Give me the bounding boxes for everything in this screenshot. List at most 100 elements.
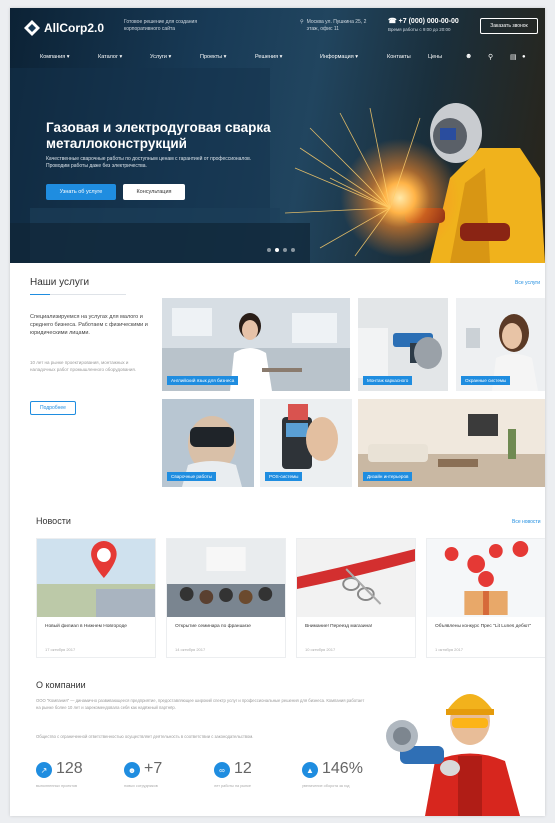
services-title: Наши услуги — [30, 277, 90, 288]
news-card[interactable]: Внимание! Переезд магазина! 10 октября 2… — [296, 538, 416, 658]
nav-item-projects[interactable]: Проекты ▾ — [200, 54, 226, 60]
slider-dot-active[interactable] — [275, 248, 279, 252]
nav-item-solutions[interactable]: Решения ▾ — [255, 54, 282, 60]
stat-value: 12 — [234, 760, 252, 777]
address-text: Москва ул. Пушкина 25, 2 этаж, офис 11 — [306, 19, 367, 32]
chart-icon: ↗ — [36, 762, 52, 778]
logo-text: AllCorp2.0 — [44, 21, 105, 35]
growth-icon: ▲ — [302, 762, 318, 778]
slider-dot[interactable] — [291, 248, 295, 252]
news-image — [297, 539, 415, 617]
stat-caption: новых сотрудников — [124, 784, 158, 788]
nav-item-info[interactable]: Информация ▾ — [320, 54, 358, 60]
consultation-button[interactable]: Консультация — [123, 184, 185, 200]
about-title: О компании — [36, 680, 86, 690]
stat-caption: увеличение оборота за год — [302, 784, 350, 788]
service-tile-english[interactable]: Английский язык для бизнеса — [162, 298, 350, 391]
slider-dot[interactable] — [267, 248, 271, 252]
news-card[interactable]: Новый филиал в Нижнем Новгороде 17 октяб… — [36, 538, 156, 658]
ribbon-scissors-image — [297, 539, 415, 617]
all-news-link[interactable]: Все новости — [512, 519, 541, 525]
user-icon[interactable]: ☻ — [465, 53, 472, 60]
news-card[interactable]: Открытие семинара по франшизе 14 октября… — [166, 538, 286, 658]
news-title-text: Открытие семинара по франшизе — [175, 624, 251, 629]
address: ⚲ Москва ул. Пушкина 25, 2 этаж, офис 11 — [300, 19, 377, 33]
news-image — [37, 539, 155, 617]
news-title: Новости — [36, 516, 71, 526]
services-divider — [30, 294, 126, 295]
phone-icon: ☎ — [388, 18, 399, 25]
service-tile-interior[interactable]: Дизайн интерьеров — [358, 399, 545, 487]
news-card[interactable]: Объявлены конкурс Прес "Lit Lunes дебют"… — [426, 538, 545, 658]
news-date: 10 октября 2017 — [305, 647, 336, 652]
nav-label: Цены — [428, 54, 443, 60]
callback-button[interactable]: Заказать звонок — [480, 18, 538, 34]
page: AllCorp2.0 Готовое решение для создания … — [10, 8, 545, 816]
logo[interactable]: AllCorp2.0 — [24, 20, 104, 36]
nav-item-services[interactable]: Услуги ▾ — [150, 54, 171, 60]
slider-dots — [267, 248, 295, 252]
logo-icon — [24, 20, 40, 36]
nav-label: Решения — [255, 54, 279, 60]
spark-lines — [284, 108, 421, 257]
stat-value: +7 — [144, 760, 163, 777]
all-services-link[interactable]: Все услуги — [515, 280, 540, 286]
slider-dot[interactable] — [283, 248, 287, 252]
seminar-image — [167, 539, 285, 617]
news-date: 14 октября 2017 — [175, 647, 206, 652]
news-image — [427, 539, 545, 617]
nav-item-contacts[interactable]: Контакты — [387, 54, 411, 60]
news-title-text: Внимание! Переезд магазина! — [305, 624, 373, 629]
news-date: 1 октября 2017 — [435, 647, 463, 652]
about-text: ООО "Компания" — динамично развивающееся… — [36, 698, 365, 710]
location-pin-icon: ⚲ — [300, 19, 304, 25]
worker-illustration — [386, 694, 520, 816]
nav-label: Проекты — [200, 54, 223, 60]
nav-label: Услуги — [150, 54, 167, 60]
learn-more-button[interactable]: Узнать об услуге — [46, 184, 116, 200]
about-text-secondary: Общество с ограниченной ответственностью… — [36, 734, 254, 739]
hero-banner: AllCorp2.0 Готовое решение для создания … — [10, 8, 545, 263]
services-description: Специализируемся на услугах для малого и… — [30, 314, 148, 336]
news-date: 17 октября 2017 — [45, 647, 76, 652]
news-image — [167, 539, 285, 617]
stat-value: 146% — [322, 760, 363, 777]
tile-label: POS-системы — [265, 472, 303, 481]
tile-label: Сварочные работы — [167, 472, 216, 481]
nav-item-catalog[interactable]: Каталог ▾ — [98, 54, 122, 60]
city-map-pin-image — [37, 539, 155, 617]
hero-title: Газовая и электродуговая сварка металлок… — [46, 120, 271, 151]
service-tile-security[interactable]: Охранные системы — [456, 298, 545, 391]
nav-item-company[interactable]: Компания ▾ — [40, 54, 69, 60]
phone[interactable]: ☎ +7 (000) 000-00-00 Время работы с 9:00… — [388, 18, 459, 34]
hero-subtitle: Качественные сварочные работы по доступн… — [46, 156, 252, 169]
services-more-button[interactable]: Подробнее — [30, 401, 76, 415]
infinity-icon: ∞ — [214, 762, 230, 778]
stat-caption: лет работы на рынке — [214, 784, 251, 788]
nav-label: Компания — [40, 54, 66, 60]
news-title-text: Новый филиал в Нижнем Новгороде — [45, 624, 127, 629]
balloons-gift-image — [427, 539, 545, 617]
service-tile-installation[interactable]: Монтаж каркасного — [358, 298, 448, 391]
nav-label: Контакты — [387, 54, 411, 60]
service-tile-welding[interactable]: Сварочные работы — [162, 399, 254, 487]
service-tile-pos[interactable]: POS-системы — [260, 399, 352, 487]
services-description-secondary: 10 лет на рынке проектирования, монтажны… — [30, 360, 137, 372]
search-icon[interactable]: ⚲ — [488, 53, 493, 61]
top-bar: AllCorp2.0 Готовое решение для создания … — [10, 8, 545, 46]
tile-label: Монтаж каркасного — [363, 376, 413, 385]
stat-value: 128 — [56, 760, 83, 777]
tagline: Готовое решение для создания корпоративн… — [124, 19, 198, 32]
cart-count-icon: ● — [522, 54, 526, 60]
cart-icon[interactable]: ▤ — [510, 53, 517, 61]
nav-label: Информация — [320, 54, 354, 60]
tile-label: Охранные системы — [461, 376, 511, 385]
tile-label: Дизайн интерьеров — [363, 472, 413, 481]
nav-item-prices[interactable]: Цены — [428, 54, 442, 60]
nav-label: Каталог — [98, 54, 118, 60]
tile-label: Английский язык для бизнеса — [167, 376, 239, 385]
news-title-text: Объявлены конкурс Прес "Lit Lunes дебют" — [435, 624, 532, 629]
phone-number: +7 (000) 000-00-00 — [398, 18, 459, 25]
main-nav: Компания ▾ Каталог ▾ Услуги ▾ Проекты ▾ … — [10, 53, 545, 66]
people-icon: ☻ — [124, 762, 140, 778]
